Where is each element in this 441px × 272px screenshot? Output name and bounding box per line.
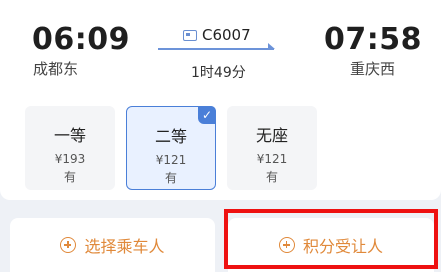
highlight-box: [224, 209, 438, 269]
select-passenger-button[interactable]: 选择乘车人: [10, 218, 215, 272]
train-info-card: 06:09 成都东 C6007 1时49分 07:58 重庆西 一等 ¥193 …: [0, 0, 441, 200]
train-code: C6007: [183, 26, 251, 44]
seat-name: 一等: [53, 126, 86, 145]
duration: 1时49分: [191, 65, 246, 81]
seat-price: ¥121: [256, 152, 288, 166]
arrive-station: 重庆西: [350, 60, 396, 78]
seat-availability: 有: [164, 171, 177, 185]
seat-name: 无座: [255, 126, 288, 145]
seat-price: ¥121: [155, 153, 187, 167]
seat-availability: 有: [265, 170, 278, 184]
seat-no-seat[interactable]: 无座 ¥121 有: [227, 106, 317, 190]
seat-second-class[interactable]: ✓ 二等 ¥121 有: [126, 106, 216, 190]
seat-first-class[interactable]: 一等 ¥193 有: [25, 106, 115, 190]
seat-availability: 有: [63, 170, 76, 184]
depart-time: 06:09: [32, 22, 130, 57]
arrive-time: 07:58: [324, 22, 422, 57]
train-code-label: C6007: [202, 26, 251, 44]
direction-arrow: [158, 48, 274, 50]
arrow-head-icon: [268, 43, 275, 49]
seat-name: 二等: [154, 127, 187, 146]
select-passenger-label: 选择乘车人: [84, 237, 165, 256]
depart-station: 成都东: [33, 60, 79, 78]
train-icon: [183, 29, 197, 41]
seat-price: ¥193: [54, 152, 86, 166]
add-circle-icon: [60, 237, 77, 253]
check-icon: ✓: [198, 106, 216, 124]
